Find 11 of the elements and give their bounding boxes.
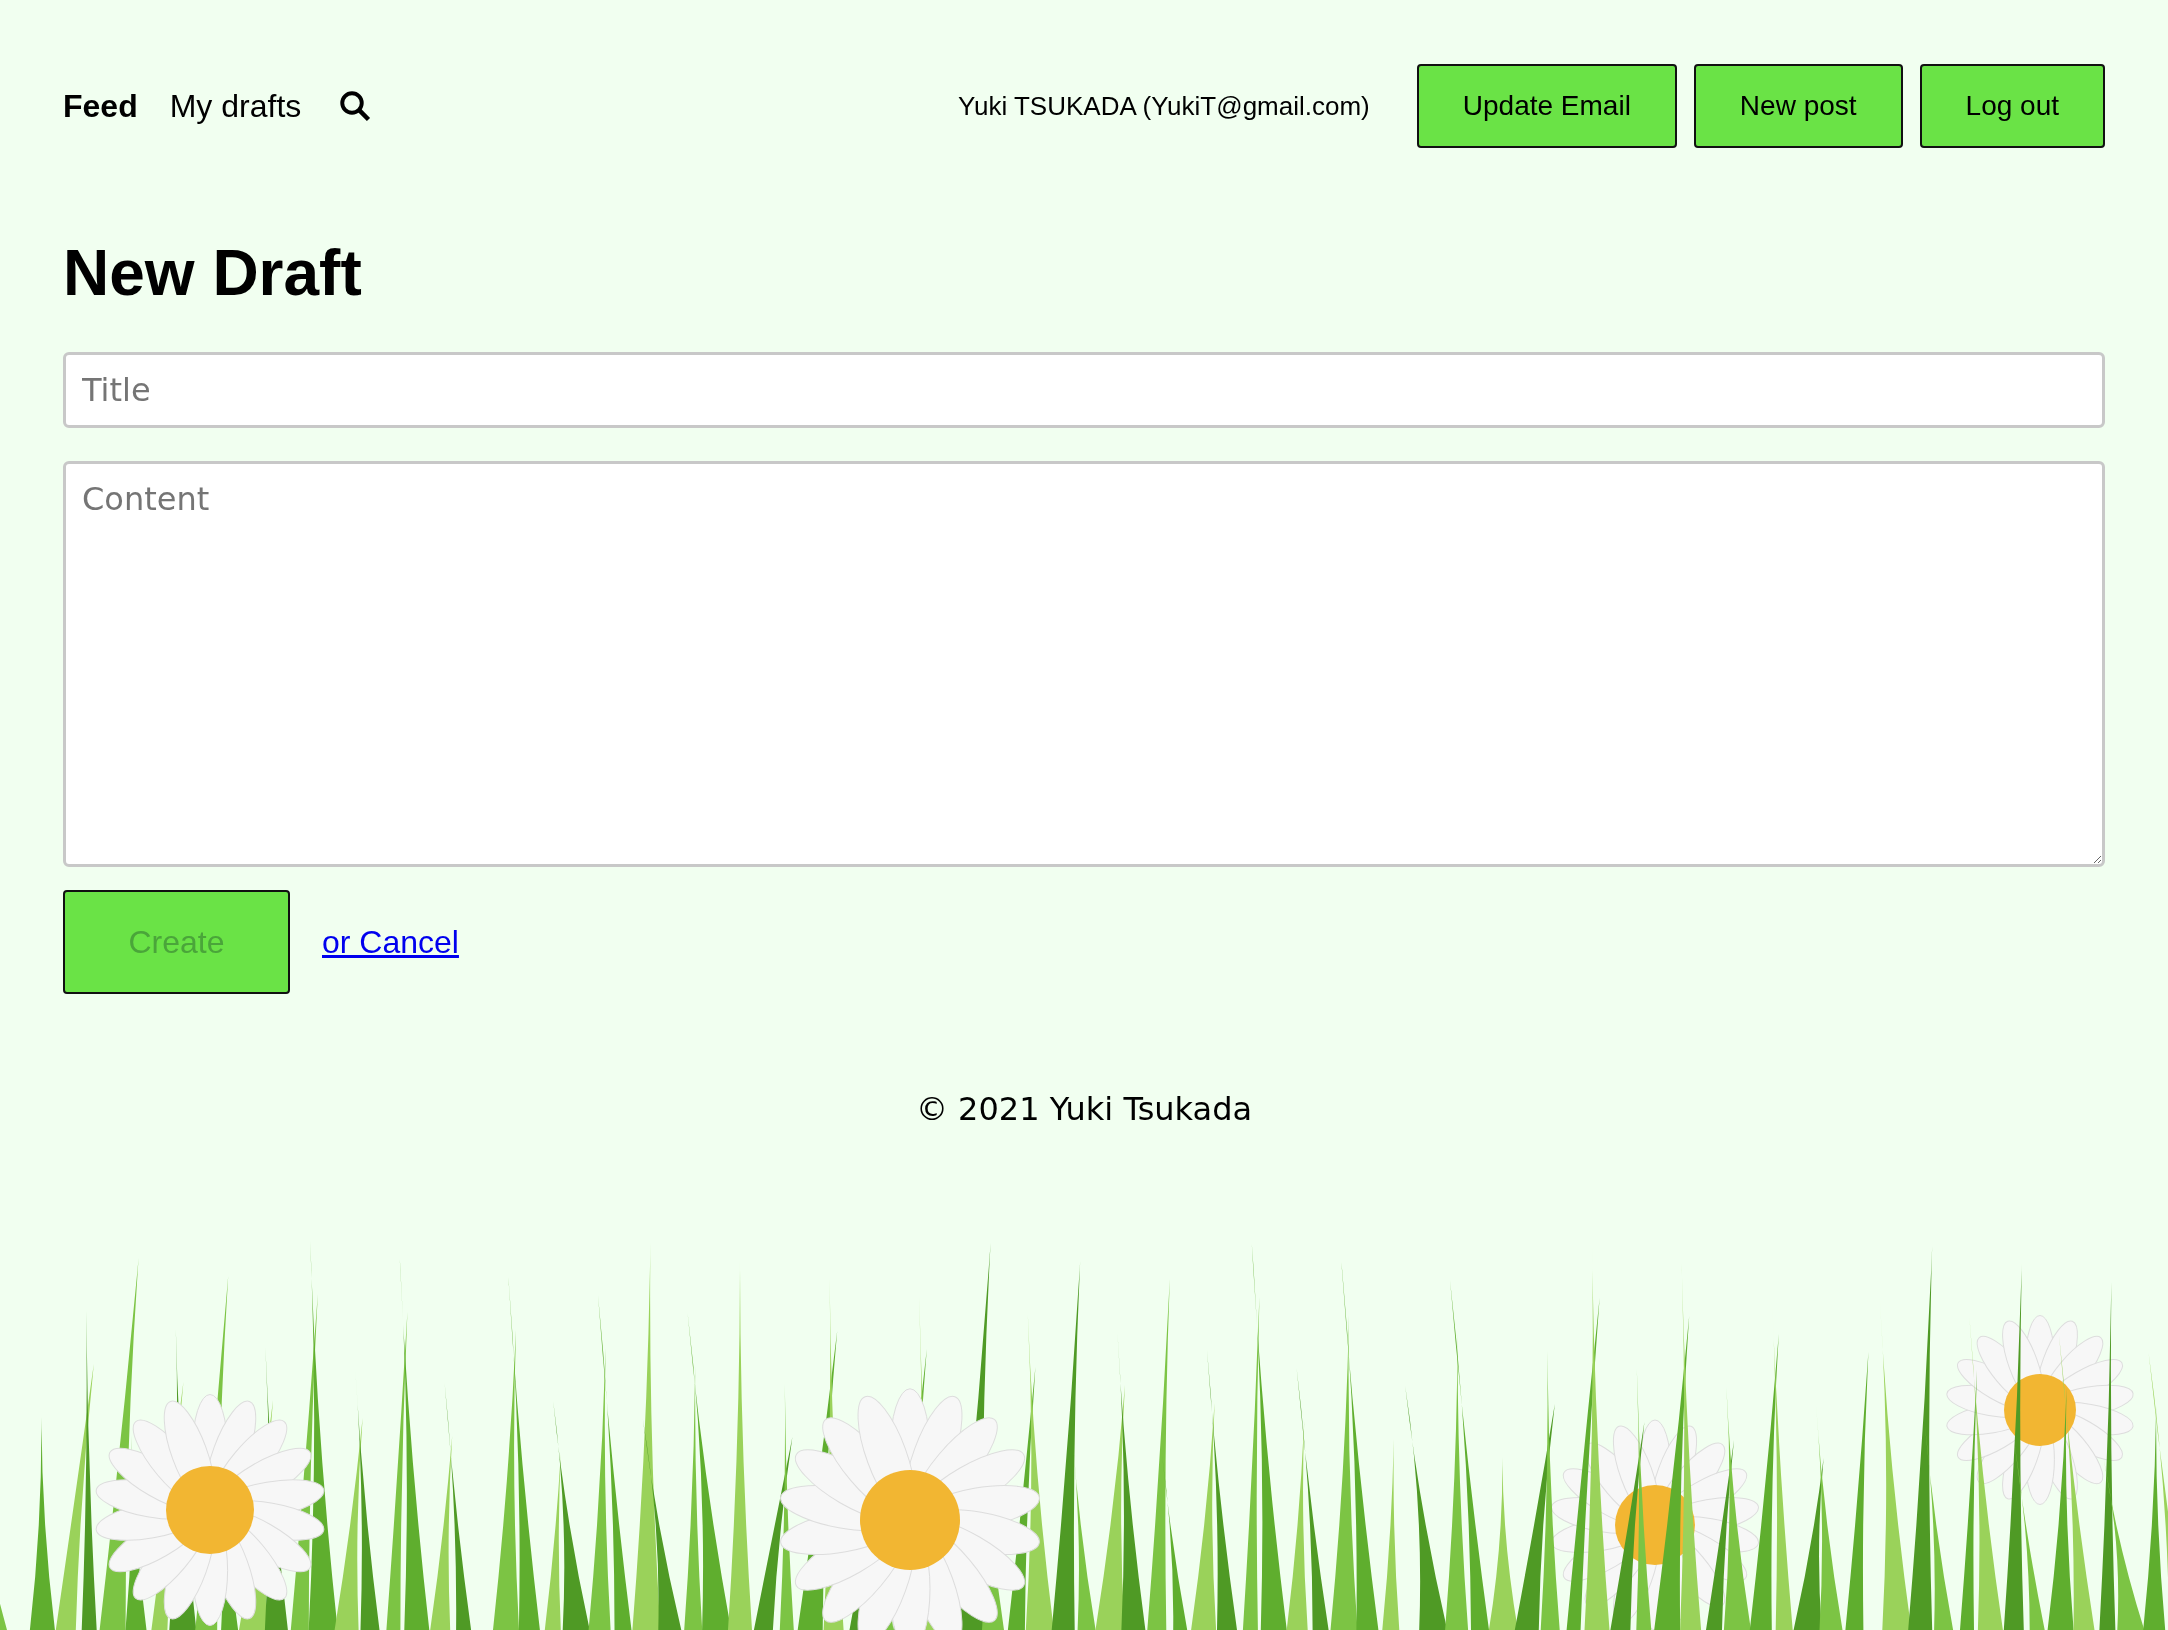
- nav-link[interactable]: My drafts: [169, 87, 302, 125]
- header-button[interactable]: New post: [1693, 64, 1903, 148]
- content-textarea[interactable]: Content: [63, 461, 2105, 867]
- user-info: Yuki TSUKADA (YukiT@gmail.com): [958, 90, 1370, 122]
- cancel-link[interactable]: or Cancel: [322, 923, 459, 961]
- nav-link[interactable]: Feed: [63, 87, 138, 125]
- page-heading: New Draft: [63, 236, 363, 310]
- header-button[interactable]: Update Email: [1416, 64, 1677, 148]
- copyright-text: © 2021 Yuki Tsukada: [914, 1090, 1254, 1128]
- header-button[interactable]: Log out: [1919, 64, 2105, 148]
- title-input[interactable]: Title: [63, 352, 2105, 428]
